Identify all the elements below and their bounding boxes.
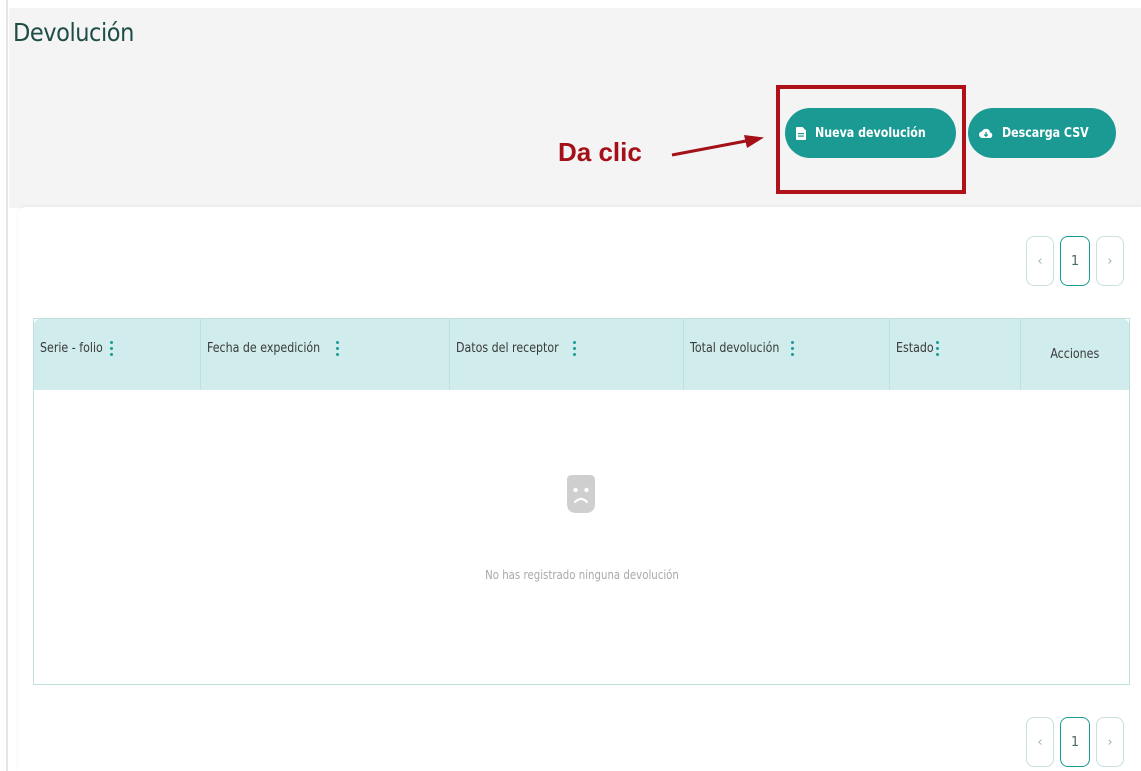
sidebar-edge [6,0,8,771]
column-header-label: Estado [896,341,934,356]
pagination-prev-button[interactable]: ‹ [1026,717,1054,767]
pagination-page-1[interactable]: 1 [1060,717,1090,767]
empty-state-message: No has registrado ninguna devolución [0,568,1141,582]
annotation-arrow-icon [671,135,764,157]
page-header [9,8,1141,208]
pagination-page-1[interactable]: 1 [1060,236,1090,286]
column-header-label: Acciones [1050,347,1100,362]
empty-state-label: No has registrado ninguna devolución [484,568,679,582]
column-header-label: Serie - folio [40,341,103,356]
column-header-label: Fecha de expedición [207,341,321,356]
pagination-next-button[interactable]: › [1096,236,1124,286]
kebab-icon[interactable] [336,341,340,356]
download-csv-button[interactable]: Descarga CSV [968,108,1116,158]
pagination-top: ‹ 1 › [1026,236,1124,286]
pagination-next-button[interactable]: › [1096,717,1124,767]
cloud-download-icon [979,127,993,139]
column-header-label: Total devolución [690,341,780,356]
table-header: Serie - folio Fecha de expedición Datos … [34,319,1129,390]
column-header-fecha[interactable]: Fecha de expedición [201,319,450,390]
column-header-label: Datos del receptor [456,341,559,356]
kebab-icon[interactable] [572,341,576,356]
download-csv-label: Descarga CSV [1002,125,1090,141]
column-header-estado[interactable]: Estado [890,319,1021,390]
sad-face-icon [567,475,595,513]
pagination-prev-button[interactable]: ‹ [1026,236,1054,286]
column-header-acciones: Acciones [1021,319,1129,390]
kebab-icon[interactable] [109,341,113,356]
kebab-icon[interactable] [936,341,940,356]
kebab-icon[interactable] [791,341,795,356]
column-header-serie-folio[interactable]: Serie - folio [34,319,201,390]
column-header-receptor[interactable]: Datos del receptor [450,319,684,390]
highlight-box [776,85,966,194]
column-header-total[interactable]: Total devolución [684,319,890,390]
page-title: Devolución [13,18,134,47]
annotation-text: Da clic [558,137,642,167]
pagination-bottom: ‹ 1 › [1026,717,1124,767]
app-root: Devolución Nueva devolución Descarga CSV… [0,0,1141,771]
